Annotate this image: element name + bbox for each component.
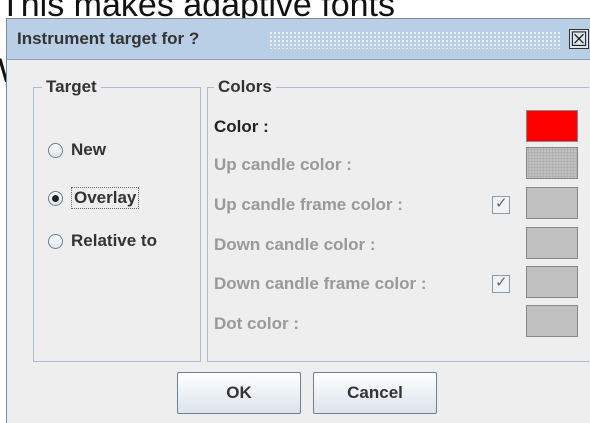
colors-group: Colors Color : Up candle color : Up cand… — [207, 77, 589, 362]
down-candle-frame-color-label: Down candle frame color : — [214, 274, 427, 293]
up-candle-frame-color-label: Up candle frame color : — [214, 195, 403, 214]
radio-relative-to-label: Relative to — [71, 231, 157, 250]
radio-overlay-icon[interactable] — [48, 190, 63, 206]
radio-new[interactable]: New — [48, 140, 106, 160]
radio-relative-to-icon[interactable] — [48, 233, 63, 249]
up-candle-color-label: Up candle color : — [214, 155, 352, 174]
radio-new-label: New — [71, 140, 106, 159]
colors-legend: Colors — [214, 77, 276, 97]
color-label: Color : — [214, 117, 269, 136]
up-candle-color-swatch[interactable] — [526, 147, 578, 179]
ok-button[interactable]: OK — [177, 372, 301, 414]
down-candle-frame-color-swatch[interactable] — [526, 266, 578, 298]
color-swatch[interactable] — [526, 110, 578, 142]
up-candle-frame-color-swatch[interactable] — [526, 187, 578, 219]
titlebar-grip — [269, 31, 561, 49]
close-icon: ☒ — [570, 27, 588, 51]
up-candle-frame-checkbox[interactable]: ✓ — [492, 194, 510, 214]
instrument-target-dialog: Instrument target for ? ☒ Target New Ove… — [6, 18, 590, 423]
cancel-button-label: Cancel — [347, 383, 403, 402]
check-icon: ✓ — [495, 273, 508, 291]
down-candle-color-label: Down candle color : — [214, 235, 376, 254]
radio-overlay-label: Overlay — [71, 187, 140, 209]
check-icon: ✓ — [495, 194, 508, 212]
dot-color-swatch[interactable] — [526, 305, 578, 337]
radio-relative-to[interactable]: Relative to — [48, 231, 157, 251]
ok-button-label: OK — [226, 383, 252, 402]
radio-overlay[interactable]: Overlay — [48, 187, 140, 209]
down-candle-color-swatch[interactable] — [526, 227, 578, 259]
target-group: Target New Overlay Relative to — [33, 77, 201, 362]
dot-color-label: Dot color : — [214, 314, 299, 333]
cancel-button[interactable]: Cancel — [313, 372, 437, 414]
radio-new-icon[interactable] — [48, 142, 63, 158]
down-candle-frame-checkbox[interactable]: ✓ — [492, 273, 510, 293]
target-legend: Target — [42, 77, 101, 97]
close-button[interactable]: ☒ — [569, 27, 589, 51]
dialog-title: Instrument target for ? — [17, 29, 208, 49]
dialog-titlebar[interactable]: Instrument target for ? ☒ — [7, 19, 590, 60]
